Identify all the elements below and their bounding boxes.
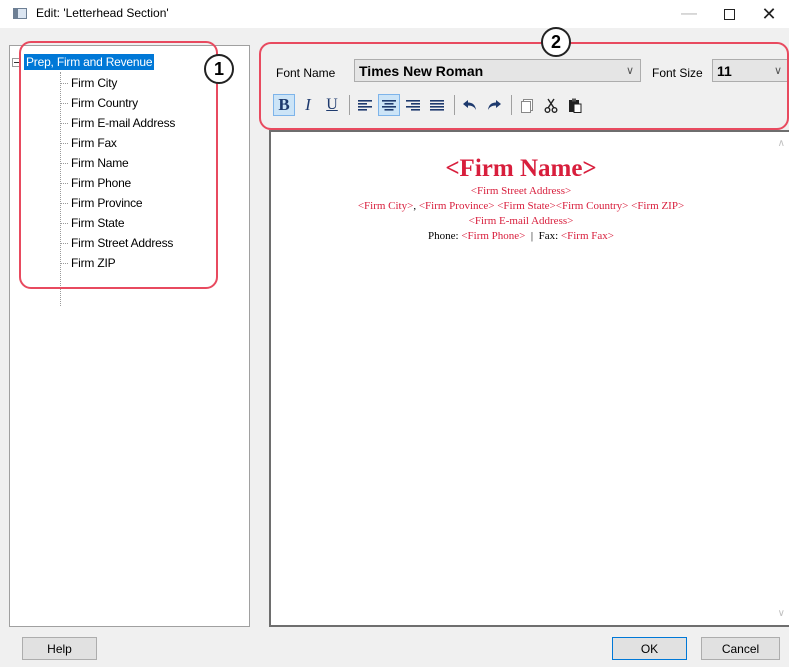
doc-phone-value: <Firm Phone> xyxy=(461,230,526,242)
align-right-button[interactable] xyxy=(402,94,424,116)
tree-item-firm-country[interactable]: Firm Country xyxy=(60,93,138,113)
italic-icon: I xyxy=(305,95,311,114)
cut-icon xyxy=(544,98,558,113)
doc-city-rest: <Firm Province> <Firm State><Firm Countr… xyxy=(416,200,685,212)
align-left-icon xyxy=(358,100,372,111)
scroll-down-icon[interactable]: ∨ xyxy=(778,608,785,619)
font-size-label: Font Size xyxy=(652,66,703,80)
tree-item-label: Firm ZIP xyxy=(71,256,116,270)
tree-item-firm-phone[interactable]: Firm Phone xyxy=(60,173,131,193)
toolbar-separator xyxy=(349,95,350,115)
font-name-value: Times New Roman xyxy=(359,62,484,79)
tree-item-firm-zip[interactable]: Firm ZIP xyxy=(60,253,116,273)
tree-item-firm-email[interactable]: Firm E-mail Address xyxy=(60,113,175,133)
justify-icon xyxy=(430,100,444,111)
cut-button[interactable] xyxy=(540,94,562,116)
undo-icon xyxy=(463,100,476,110)
redo-button[interactable] xyxy=(483,94,505,116)
tree-item-label: Firm Street Address xyxy=(71,236,174,250)
close-icon: ✕ xyxy=(761,3,777,24)
tree-item-label: Firm City xyxy=(71,76,118,90)
letterhead-editor[interactable]: ∧ ∨ <Firm Name> <Firm Street Address> <F… xyxy=(269,130,789,627)
minimize-icon: — xyxy=(681,5,697,22)
tree-item-firm-name[interactable]: Firm Name xyxy=(60,153,129,173)
undo-button[interactable] xyxy=(459,94,481,116)
bold-icon: B xyxy=(278,95,290,114)
font-size-value: 11 xyxy=(717,62,732,79)
tree-item-label: Firm Phone xyxy=(71,176,132,190)
callout-number-1: 1 xyxy=(204,54,234,84)
tree-item-firm-street[interactable]: Firm Street Address xyxy=(60,233,173,253)
bold-button[interactable]: B xyxy=(273,94,295,116)
tree-item-label: Firm Name xyxy=(71,156,129,170)
paste-icon xyxy=(569,98,582,113)
underline-icon: U xyxy=(326,96,338,113)
chevron-down-icon: ∨ xyxy=(773,65,782,77)
tree-root-label[interactable]: Prep, Firm and Revenue xyxy=(24,54,155,70)
paste-button[interactable] xyxy=(564,94,586,116)
tree-item-firm-state[interactable]: Firm State xyxy=(60,213,125,233)
align-center-icon xyxy=(382,100,396,111)
window-title: Edit: 'Letterhead Section' xyxy=(36,6,169,20)
field-tree[interactable]: Prep, Firm and Revenue Firm City Firm Co… xyxy=(9,45,250,627)
font-name-dropdown[interactable]: Times New Roman ∨ xyxy=(354,59,641,82)
cancel-button[interactable]: Cancel xyxy=(701,637,780,660)
doc-fax-value: <Firm Fax> xyxy=(560,230,614,242)
italic-button[interactable]: I xyxy=(297,94,319,116)
doc-divider: | xyxy=(530,230,534,242)
callout-number-2: 2 xyxy=(541,27,571,57)
tree-item-firm-city[interactable]: Firm City xyxy=(60,73,117,93)
format-buttons-row: B I U xyxy=(273,92,588,118)
doc-email-line: <Firm E-mail Address> xyxy=(468,215,574,227)
scroll-up-icon[interactable]: ∧ xyxy=(778,138,785,149)
justify-button[interactable] xyxy=(426,94,448,116)
tree-item-firm-province[interactable]: Firm Province xyxy=(60,193,143,213)
toolbar-separator xyxy=(511,95,512,115)
window-icon xyxy=(13,8,27,19)
dialog-button-bar: Help OK Cancel xyxy=(0,627,789,667)
doc-street-line: <Firm Street Address> xyxy=(470,185,572,197)
tree-item-label: Firm E-mail Address xyxy=(71,116,176,130)
format-toolbar: Font Name Times New Roman ∨ Font Size 11… xyxy=(263,55,789,130)
tree-item-label: Firm State xyxy=(71,216,125,230)
chevron-down-icon: ∨ xyxy=(625,65,634,77)
doc-phone-label: Phone: xyxy=(428,230,459,242)
maximize-icon xyxy=(723,8,735,20)
close-button[interactable]: ✕ xyxy=(746,0,789,28)
tree-item-label: Firm Country xyxy=(71,96,138,110)
font-name-label: Font Name xyxy=(276,66,336,80)
help-button[interactable]: Help xyxy=(22,637,97,660)
tree-item-label: Firm Province xyxy=(71,196,143,210)
align-right-icon xyxy=(406,100,420,111)
doc-firm-name: <Firm Name> xyxy=(445,155,597,182)
doc-city: <Firm City> xyxy=(357,200,414,212)
tree-item-label: Firm Fax xyxy=(71,136,117,150)
align-center-button[interactable] xyxy=(378,94,400,116)
ok-button[interactable]: OK xyxy=(612,637,687,660)
tree-root-node[interactable]: Prep, Firm and Revenue xyxy=(12,53,155,71)
copy-icon xyxy=(521,98,533,113)
doc-city-line: <Firm City>, <Firm Province> <Firm State… xyxy=(271,199,771,214)
tree-item-firm-fax[interactable]: Firm Fax xyxy=(60,133,117,153)
title-bar: Edit: 'Letterhead Section' — ✕ xyxy=(0,0,789,28)
doc-fax-label: Fax: xyxy=(538,230,559,242)
collapse-icon[interactable] xyxy=(12,57,21,67)
doc-contact-line: Phone: <Firm Phone> | Fax: <Firm Fax> xyxy=(271,229,771,244)
underline-button[interactable]: U xyxy=(321,94,343,116)
align-left-button[interactable] xyxy=(354,94,376,116)
letterhead-document: <Firm Name> <Firm Street Address> <Firm … xyxy=(271,154,771,244)
redo-icon xyxy=(488,100,501,110)
font-size-dropdown[interactable]: 11 ∨ xyxy=(712,59,789,82)
toolbar-separator xyxy=(454,95,455,115)
copy-button[interactable] xyxy=(516,94,538,116)
